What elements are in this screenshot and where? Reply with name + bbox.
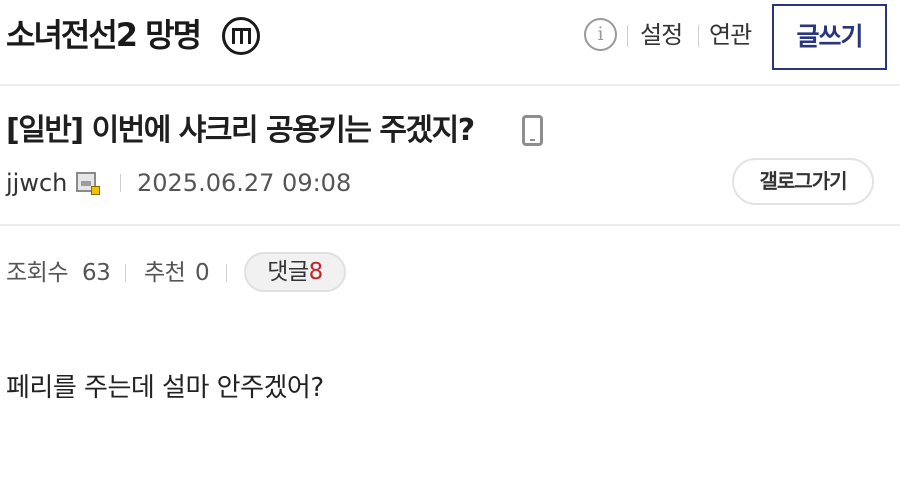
stat-divider — [226, 264, 227, 282]
gallery-header: 소녀전선2 망명 i 설정 연관 글쓰기 — [0, 0, 900, 86]
gallery-title[interactable]: 소녀전선2 망명 — [6, 13, 202, 57]
related-link[interactable]: 연관 — [709, 19, 752, 51]
views-count: 63 — [82, 260, 111, 286]
meta-divider — [120, 174, 121, 192]
member-level-icon — [76, 172, 100, 196]
post-date: 2025.06.27 09:08 — [137, 169, 352, 197]
header-divider — [698, 25, 699, 47]
section-divider — [0, 224, 900, 226]
comments-count: 8 — [308, 259, 324, 285]
comments-label: 댓글 — [267, 259, 309, 285]
post-title: [일반] 이번에 샤크리 공용키는 주겠지? — [6, 113, 475, 148]
author-name[interactable]: jjwch — [6, 166, 67, 200]
minor-gallery-m-icon — [222, 17, 260, 55]
stat-divider — [125, 264, 126, 282]
recommend-label: 추천 — [144, 260, 186, 286]
post-body: 페리를 주는데 설마 안주겠어? — [6, 373, 324, 403]
settings-link[interactable]: 설정 — [640, 19, 683, 51]
views-label: 조회수 — [6, 260, 68, 286]
go-gallog-button[interactable]: 갤로그가기 — [732, 158, 874, 205]
mobile-phone-icon — [522, 115, 543, 146]
recommend-count: 0 — [195, 260, 210, 286]
header-divider — [627, 25, 628, 47]
write-button[interactable]: 글쓰기 — [772, 4, 887, 70]
info-icon[interactable]: i — [584, 18, 617, 51]
comments-button[interactable]: 댓글8 — [244, 252, 346, 292]
